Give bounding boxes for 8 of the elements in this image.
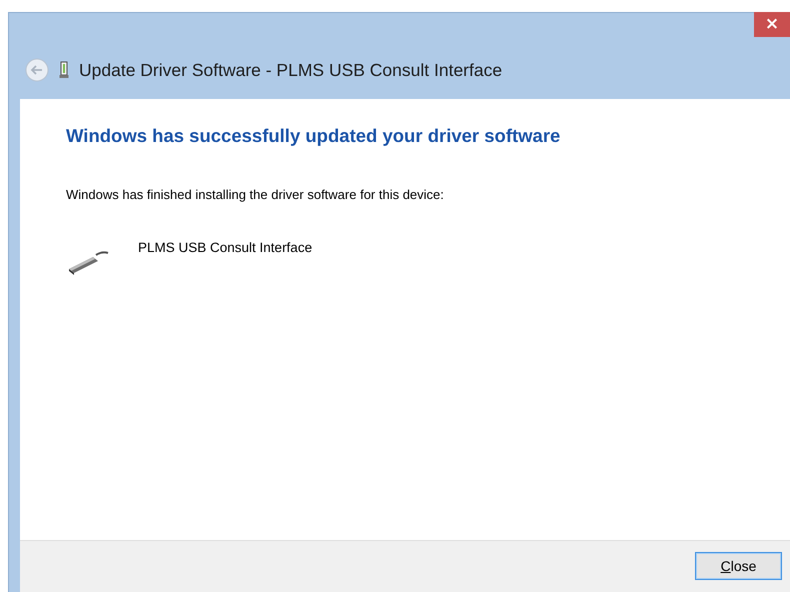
usb-plug-icon <box>59 61 69 79</box>
close-dialog-button[interactable]: Close <box>695 552 782 580</box>
window-title: Update Driver Software - PLMS USB Consult Interface <box>79 60 502 80</box>
usb-cable-icon <box>66 249 110 277</box>
status-message: Windows has finished installing the driver software for this device: <box>66 187 445 202</box>
close-button[interactable]: × <box>754 12 790 37</box>
success-heading: Windows has successfully updated your driver software <box>66 125 562 147</box>
device-name: PLMS USB Consult Interface <box>138 240 312 257</box>
